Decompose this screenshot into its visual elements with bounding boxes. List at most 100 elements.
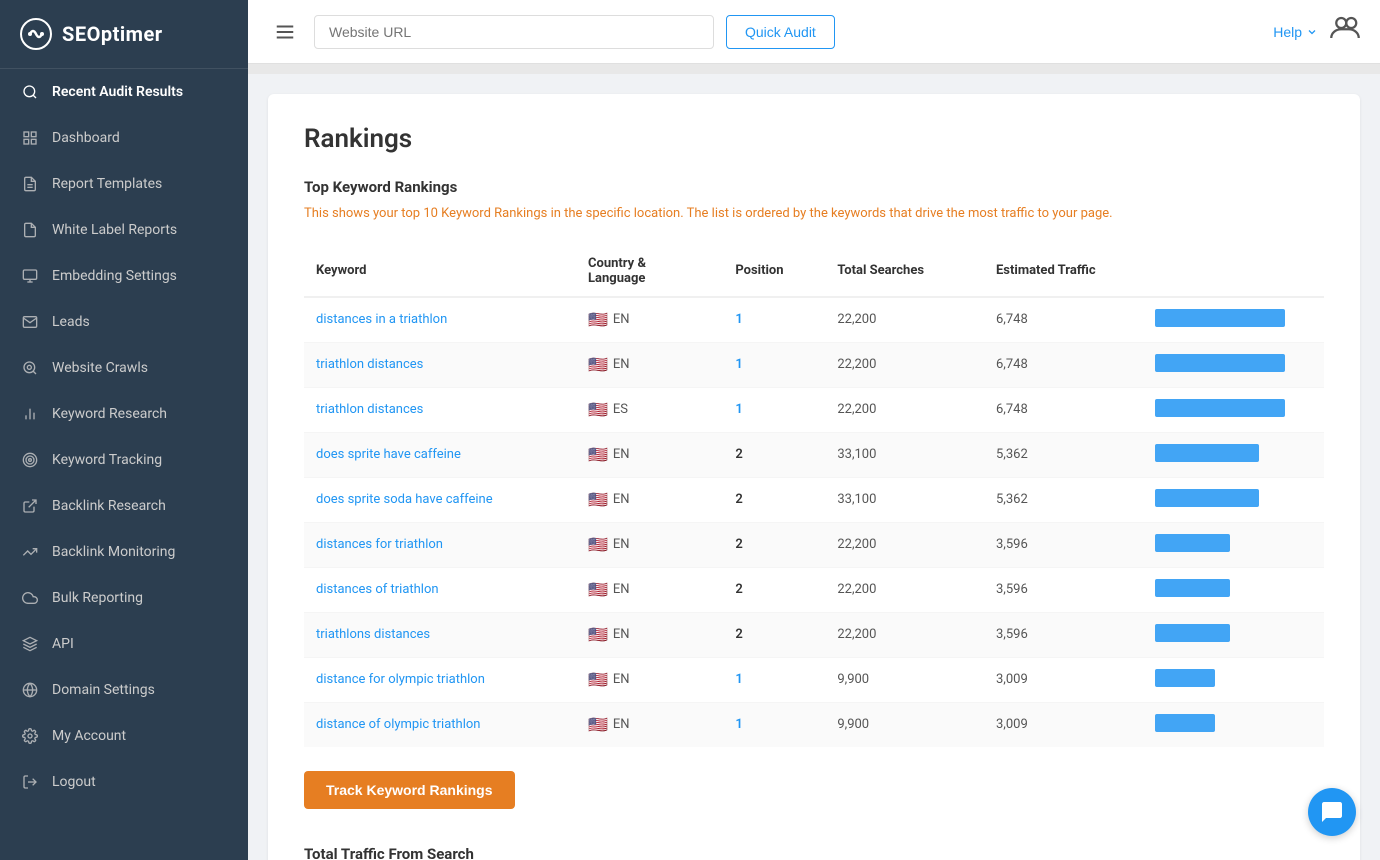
keyword-cell: distances in a triathlon (304, 297, 576, 343)
traffic-bar-cell (1143, 522, 1324, 567)
sidebar-item-keyword-research-label: Keyword Research (52, 406, 228, 422)
rankings-card: Rankings Top Keyword Rankings This shows… (268, 94, 1360, 860)
sidebar-item-embedding-settings-label: Embedding Settings (52, 268, 228, 284)
total-searches-value: 22,200 (837, 357, 876, 372)
keyword-cell: distances for triathlon (304, 522, 576, 567)
country-cell: 🇺🇸 EN (576, 477, 723, 522)
sidebar-item-leads[interactable]: Leads (0, 299, 248, 345)
position-cell: 1 (723, 702, 825, 747)
search-circle-icon (20, 358, 40, 378)
traffic-bar (1155, 624, 1230, 642)
help-label: Help (1273, 24, 1302, 40)
keyword-link[interactable]: distances for triathlon (316, 537, 443, 552)
target-icon (20, 450, 40, 470)
sidebar-item-my-account[interactable]: My Account (0, 713, 248, 759)
logout-icon (20, 772, 40, 792)
link-out-icon (20, 496, 40, 516)
lang-label: EN (613, 672, 630, 687)
sidebar-item-report-templates[interactable]: Report Templates (0, 161, 248, 207)
sidebar-item-dashboard[interactable]: Dashboard (0, 115, 248, 161)
lang-label: EN (613, 312, 630, 327)
country-cell: 🇺🇸 ES (576, 387, 723, 432)
traffic-bar-cell (1143, 387, 1324, 432)
sidebar-item-bulk-reporting-label: Bulk Reporting (52, 590, 228, 606)
url-input[interactable] (314, 15, 714, 49)
col-estimated-traffic: Estimated Traffic (984, 246, 1143, 297)
keyword-link[interactable]: distances in a triathlon (316, 312, 447, 327)
sidebar-item-keyword-research[interactable]: Keyword Research (0, 391, 248, 437)
position-cell: 2 (723, 612, 825, 657)
quick-audit-button[interactable]: Quick Audit (726, 15, 835, 49)
sidebar-item-keyword-tracking[interactable]: Keyword Tracking (0, 437, 248, 483)
position-value: 1 (735, 312, 742, 327)
traffic-bar-cell (1143, 702, 1324, 747)
col-position: Position (723, 246, 825, 297)
sidebar-item-dashboard-label: Dashboard (52, 130, 228, 146)
traffic-bar-cell (1143, 657, 1324, 702)
sidebar-item-my-account-label: My Account (52, 728, 228, 744)
cloud-icon (20, 588, 40, 608)
col-total-searches: Total Searches (825, 246, 984, 297)
file-edit-icon (20, 174, 40, 194)
keyword-link[interactable]: triathlons distances (316, 627, 430, 642)
sidebar-item-website-crawls[interactable]: Website Crawls (0, 345, 248, 391)
country-cell: 🇺🇸 EN (576, 657, 723, 702)
keyword-link[interactable]: triathlon distances (316, 402, 423, 417)
sidebar-item-backlink-research[interactable]: Backlink Research (0, 483, 248, 529)
country-cell: 🇺🇸 EN (576, 567, 723, 612)
avatar-button[interactable] (1330, 13, 1360, 50)
header: Quick Audit Help (248, 0, 1380, 64)
sidebar-item-embedding-settings[interactable]: Embedding Settings (0, 253, 248, 299)
hamburger-button[interactable] (268, 15, 302, 49)
logo-icon (20, 18, 52, 50)
flag-icon: 🇺🇸 (588, 355, 608, 374)
lang-label: EN (613, 447, 630, 462)
search-icon (20, 82, 40, 102)
table-row: does sprite have caffeine 🇺🇸 EN 2 33,100… (304, 432, 1324, 477)
flag-icon: 🇺🇸 (588, 535, 608, 554)
sidebar-item-recent-audit-results[interactable]: Recent Audit Results (0, 69, 248, 115)
estimated-traffic-cell: 3,596 (984, 522, 1143, 567)
sidebar-item-logout[interactable]: Logout (0, 759, 248, 805)
estimated-traffic-value: 6,748 (996, 312, 1028, 327)
track-keyword-rankings-button[interactable]: Track Keyword Rankings (304, 771, 515, 809)
sidebar: SEOptimer Recent Audit Results Dashboard… (0, 0, 248, 860)
flag-icon: 🇺🇸 (588, 715, 608, 734)
sidebar-item-leads-label: Leads (52, 314, 228, 330)
estimated-traffic-value: 3,596 (996, 582, 1028, 597)
estimated-traffic-cell: 3,009 (984, 657, 1143, 702)
estimated-traffic-value: 3,596 (996, 627, 1028, 642)
sidebar-item-backlink-monitoring[interactable]: Backlink Monitoring (0, 529, 248, 575)
brand-name: SEOptimer (62, 22, 163, 46)
keyword-cell: distance for olympic triathlon (304, 657, 576, 702)
traffic-bar-cell (1143, 567, 1324, 612)
sidebar-item-domain-settings[interactable]: Domain Settings (0, 667, 248, 713)
help-button[interactable]: Help (1273, 24, 1318, 40)
traffic-bar (1155, 309, 1285, 327)
sidebar-item-api[interactable]: API (0, 621, 248, 667)
position-value: 2 (735, 582, 742, 597)
traffic-bar-cell (1143, 612, 1324, 657)
keyword-cell: does sprite have caffeine (304, 432, 576, 477)
table-row: distances for triathlon 🇺🇸 EN 2 22,200 3… (304, 522, 1324, 567)
position-cell: 1 (723, 657, 825, 702)
keyword-link[interactable]: distances of triathlon (316, 582, 439, 597)
keyword-link[interactable]: does sprite soda have caffeine (316, 492, 493, 507)
keyword-link[interactable]: triathlon distances (316, 357, 423, 372)
chat-bubble-button[interactable] (1308, 788, 1356, 836)
keyword-link[interactable]: distance of olympic triathlon (316, 717, 480, 732)
keyword-cell: triathlon distances (304, 387, 576, 432)
estimated-traffic-value: 6,748 (996, 402, 1028, 417)
table-row: does sprite soda have caffeine 🇺🇸 EN 2 3… (304, 477, 1324, 522)
traffic-bar (1155, 669, 1215, 687)
flag-icon: 🇺🇸 (588, 490, 608, 509)
traffic-bar (1155, 354, 1285, 372)
total-searches-value: 22,200 (837, 537, 876, 552)
estimated-traffic-cell: 3,009 (984, 702, 1143, 747)
country-cell: 🇺🇸 EN (576, 702, 723, 747)
lang-label: ES (613, 402, 628, 417)
keyword-link[interactable]: does sprite have caffeine (316, 447, 461, 462)
keyword-link[interactable]: distance for olympic triathlon (316, 672, 485, 687)
sidebar-item-bulk-reporting[interactable]: Bulk Reporting (0, 575, 248, 621)
sidebar-item-white-label-reports[interactable]: White Label Reports (0, 207, 248, 253)
